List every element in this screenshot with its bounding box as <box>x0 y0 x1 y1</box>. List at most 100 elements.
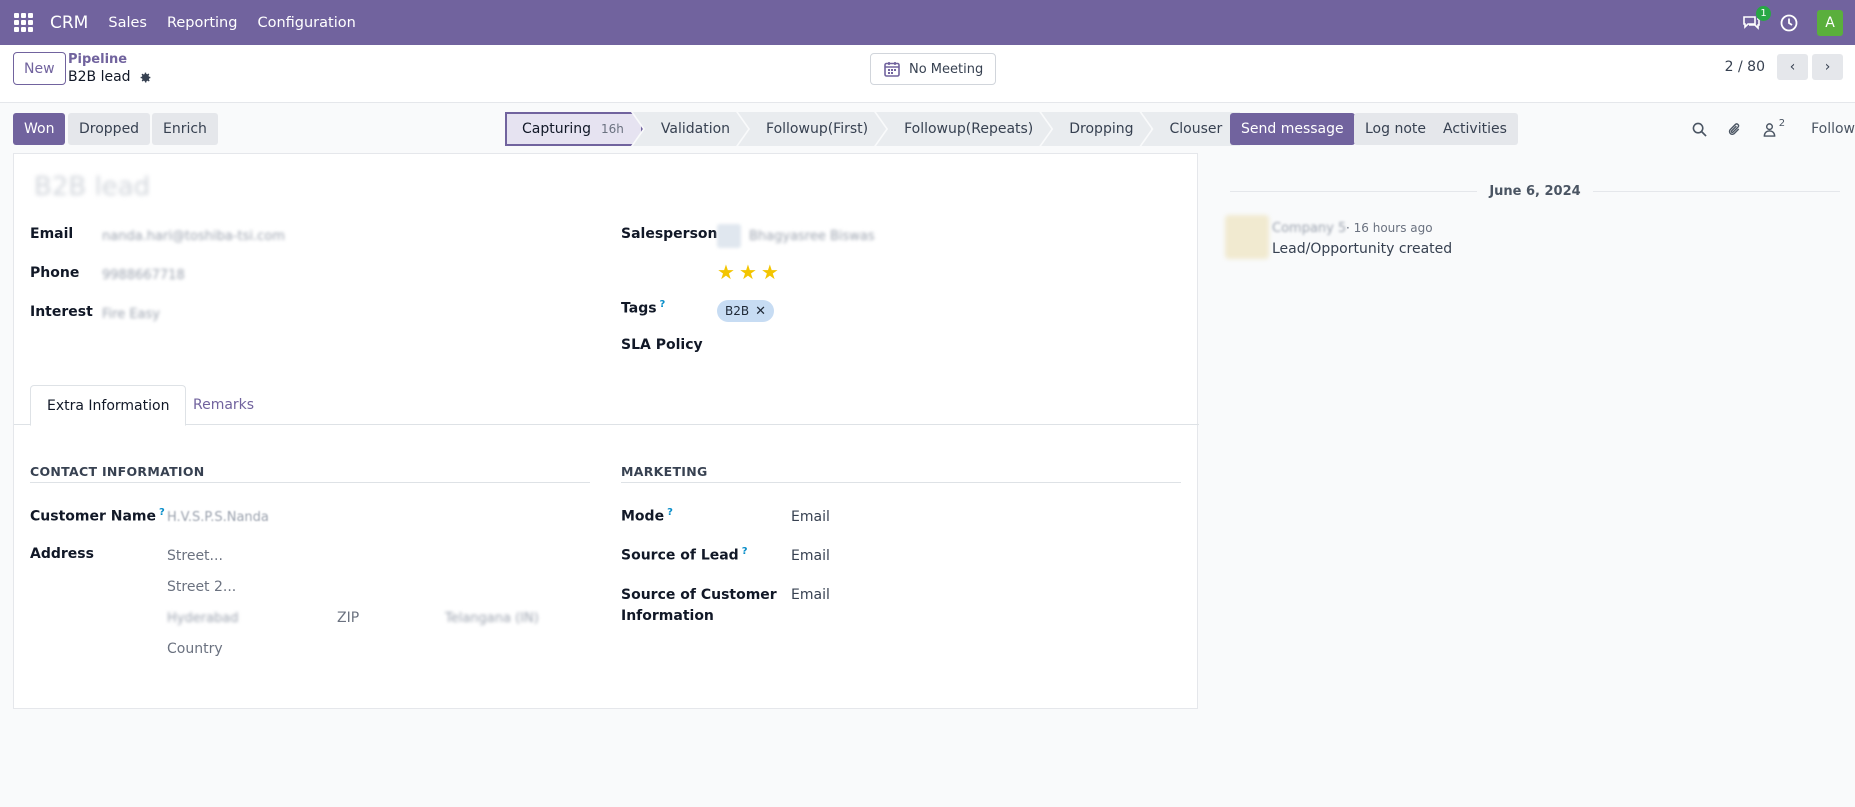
star-icon[interactable]: ★ <box>761 262 779 282</box>
stage-dropping[interactable]: Dropping <box>1041 112 1151 146</box>
pager-value[interactable]: 2 / 80 <box>1725 59 1765 75</box>
customer-name-field[interactable]: H.V.S.P.S.Nanda <box>167 510 269 525</box>
mode-label: Mode? <box>621 507 673 525</box>
star-icon[interactable]: ★ <box>717 262 735 282</box>
breadcrumb-pipeline[interactable]: Pipeline <box>68 52 127 67</box>
new-button[interactable]: New <box>13 52 66 85</box>
phone-field[interactable]: 9988667718 <box>102 268 185 283</box>
close-icon[interactable]: ✕ <box>755 304 766 319</box>
date-label: June 6, 2024 <box>1489 184 1581 199</box>
paperclip-icon[interactable] <box>1727 122 1742 137</box>
tags-label-text: Tags <box>621 300 657 317</box>
menu-configuration[interactable]: Configuration <box>257 15 355 31</box>
tab-remarks[interactable]: Remarks <box>177 385 270 425</box>
source-customer-field[interactable]: Email <box>791 587 830 603</box>
message-author-avatar[interactable] <box>1225 215 1269 259</box>
calendar-icon <box>883 60 901 78</box>
message-time-text: 16 hours ago <box>1353 221 1433 235</box>
state-input[interactable]: Telangana (IN) <box>445 611 539 626</box>
breadcrumb-current: B2B lead <box>68 69 152 85</box>
tags-label: Tags? <box>621 299 665 317</box>
search-icon[interactable] <box>1692 122 1707 137</box>
zip-input[interactable]: ZIP <box>337 610 359 626</box>
source-lead-label-text: Source of Lead <box>621 547 739 564</box>
app-brand[interactable]: CRM <box>50 13 88 33</box>
stage-followup-repeats[interactable]: Followup(Repeats) <box>876 112 1051 146</box>
gear-icon[interactable] <box>139 71 152 84</box>
city-input[interactable]: Hyderabad <box>167 611 239 626</box>
help-icon[interactable]: ? <box>667 507 673 518</box>
interest-field[interactable]: Fire Easy <box>102 307 160 322</box>
sla-policy-label: SLA Policy <box>621 337 703 353</box>
stage-label: Capturing <box>522 121 592 137</box>
meeting-label: No Meeting <box>909 61 984 77</box>
pager: 2 / 80 ‹ › <box>1725 54 1843 80</box>
tab-extra-information[interactable]: Extra Information <box>30 385 187 426</box>
interest-label: Interest <box>30 304 93 320</box>
pager-previous-button[interactable]: ‹ <box>1777 54 1808 80</box>
chatter-panel: Send message Log note Activities 2 Follo… <box>1225 103 1855 807</box>
help-icon[interactable]: ? <box>159 507 165 518</box>
stage-label: Followup(Repeats) <box>904 121 1034 137</box>
dropped-button[interactable]: Dropped <box>68 113 151 145</box>
priority-stars: ★ ★ ★ <box>717 262 779 282</box>
stage-label: Dropping <box>1069 121 1134 137</box>
customer-name-label: Customer Name? <box>30 507 165 525</box>
help-icon[interactable]: ? <box>660 299 666 310</box>
date-separator: June 6, 2024 <box>1230 184 1841 199</box>
user-avatar[interactable]: A <box>1817 9 1843 36</box>
messages-icon[interactable]: 1 <box>1741 5 1771 33</box>
stage-pipeline: Capturing 16h Validation Followup(First)… <box>505 112 1241 146</box>
follow-button[interactable]: Follow <box>1811 121 1855 137</box>
source-lead-label: Source of Lead? <box>621 546 748 564</box>
stage-label: Clouser <box>1169 121 1223 137</box>
source-customer-label-line2: Information <box>621 608 714 624</box>
activities-button[interactable]: Activities <box>1432 113 1518 145</box>
stage-time: 16h <box>601 122 624 136</box>
stage-clouser[interactable]: Clouser <box>1141 112 1241 146</box>
messages-count-badge: 1 <box>1756 5 1771 21</box>
star-icon[interactable]: ★ <box>739 262 757 282</box>
source-lead-field[interactable]: Email <box>791 548 830 564</box>
send-message-button[interactable]: Send message <box>1230 113 1355 145</box>
apps-grid-icon[interactable] <box>14 12 34 33</box>
top-navbar: CRM Sales Reporting Configuration 1 A <box>0 0 1855 45</box>
menu-sales[interactable]: Sales <box>108 15 147 31</box>
customer-name-label-text: Customer Name <box>30 508 156 525</box>
followers-button[interactable]: 2 <box>1762 118 1785 137</box>
stage-label: Followup(First) <box>766 121 869 137</box>
email-field[interactable]: nanda.hari@toshiba-tsi.com <box>102 229 285 244</box>
top-menu: Sales Reporting Configuration <box>108 15 355 31</box>
email-label: Email <box>30 226 74 242</box>
tag-label: B2B <box>725 304 750 318</box>
user-icon <box>1762 122 1777 137</box>
marketing-section-title: MARKETING <box>621 464 708 479</box>
log-note-button[interactable]: Log note <box>1354 113 1437 145</box>
divider-line <box>1230 191 1478 192</box>
salesperson-label: Salesperson <box>621 226 718 242</box>
salesperson-field[interactable]: Bhagyasree Biswas <box>749 229 875 244</box>
stage-capturing[interactable]: Capturing 16h <box>505 112 643 146</box>
stage-validation[interactable]: Validation <box>633 112 748 146</box>
enrich-button[interactable]: Enrich <box>152 113 218 145</box>
contact-section-title: CONTACT INFORMATION <box>30 464 205 479</box>
street2-input[interactable]: Street 2... <box>167 579 236 595</box>
chevron-left-icon: ‹ <box>1789 59 1796 75</box>
pager-next-button[interactable]: › <box>1812 54 1843 80</box>
stage-followup-first[interactable]: Followup(First) <box>738 112 886 146</box>
mode-field[interactable]: Email <box>791 509 830 525</box>
help-icon[interactable]: ? <box>742 546 748 557</box>
message-body: Lead/Opportunity created <box>1272 241 1453 257</box>
tag-b2b: B2B ✕ <box>717 300 775 322</box>
street-input[interactable]: Street... <box>167 548 223 564</box>
source-customer-label: Source of Customer Information <box>621 585 777 627</box>
section-divider <box>30 482 590 483</box>
country-input[interactable]: Country <box>167 641 223 657</box>
menu-reporting[interactable]: Reporting <box>167 15 238 31</box>
message-author[interactable]: Company 5 <box>1272 221 1346 236</box>
lead-title-input[interactable]: B2B lead <box>34 172 150 202</box>
phone-label: Phone <box>30 265 80 281</box>
won-button[interactable]: Won <box>13 113 66 145</box>
meeting-button[interactable]: No Meeting <box>870 53 997 85</box>
activity-clock-icon[interactable] <box>1779 13 1799 33</box>
